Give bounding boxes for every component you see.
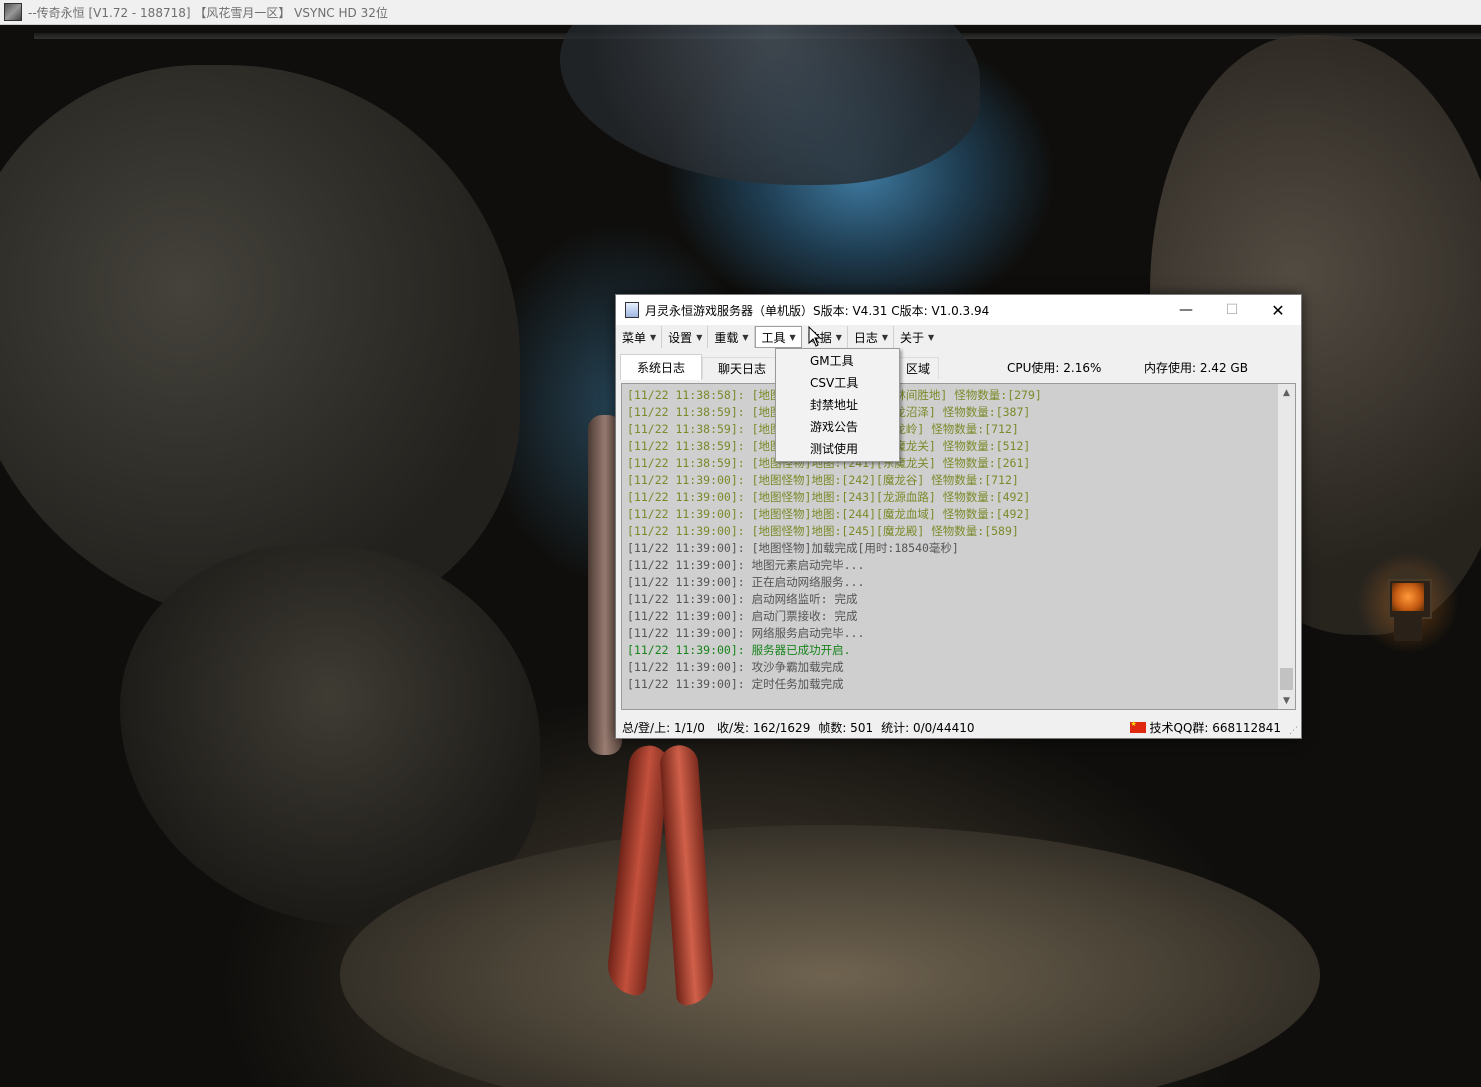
log-line: [11/22 11:39:00]: 地图元素启动完毕...: [627, 558, 865, 572]
resize-grip-icon[interactable]: ⋰: [1289, 726, 1299, 736]
status-bar: 总/登/上: 1/1/0 收/发: 162/1629 帧数: 501 统计: 0…: [616, 716, 1301, 738]
tools-dropdown-menu: GM工具 CSV工具 封禁地址 游戏公告 测试使用: [775, 348, 900, 462]
menu-label: 菜单: [622, 330, 647, 345]
menu-label: 重载: [714, 330, 739, 345]
log-line: [11/22 11:39:00]: [地图怪物]地图:[242][魔龙谷] 怪物…: [627, 473, 1019, 487]
log-line: [11/22 11:38:59]: [地图怪物]地图:[241][东魔龙关] 怪…: [627, 456, 1031, 470]
memory-usage: 内存使用: 2.42 GB: [1144, 361, 1248, 375]
stone-lantern: [1348, 553, 1468, 653]
status-traffic: 收/发: 162/1629: [716, 720, 811, 735]
log-line: [11/22 11:38:58]: [地图怪物]地图:[201][西林间胜地] …: [627, 388, 1042, 402]
server-window-titlebar[interactable]: 月灵永恒游戏服务器（单机版）S版本: V4.31 C版本: V1.0.3.94 …: [616, 295, 1301, 325]
chevron-down-icon: ▼: [696, 332, 703, 342]
mouse-cursor-icon: [808, 326, 822, 347]
log-line: [11/22 11:39:00]: 启动门票接收: 完成: [627, 609, 858, 623]
menu-settings[interactable]: 设置 ▼: [662, 326, 709, 348]
log-line: [11/22 11:39:00]: 定时任务加载完成: [627, 677, 844, 691]
menu-tools[interactable]: 工具 ▼: [754, 326, 802, 348]
status-stats: 统计: 0/0/44410: [881, 720, 975, 735]
log-lines: [11/22 11:38:58]: [地图怪物]地图:[201][西林间胜地] …: [627, 387, 1277, 693]
scroll-up-icon[interactable]: ▲: [1278, 384, 1295, 401]
menu-about[interactable]: 关于 ▼: [894, 326, 939, 348]
scroll-thumb[interactable]: [1280, 668, 1293, 690]
menu-label: 关于: [900, 330, 925, 345]
log-line: [11/22 11:39:00]: 正在启动网络服务...: [627, 575, 865, 589]
menu-item-test-use[interactable]: 测试使用: [776, 437, 899, 459]
log-line: [11/22 11:39:00]: 服务器已成功开启.: [627, 643, 851, 657]
menu-label: 设置: [668, 330, 693, 345]
log-line: [11/22 11:39:00]: [地图怪物]加载完成[用时:18540毫秒]: [627, 541, 959, 555]
menu-reload[interactable]: 重载 ▼: [708, 326, 755, 348]
cpu-usage: CPU使用: 2.16%: [1007, 361, 1102, 375]
chevron-down-icon: ▼: [881, 332, 889, 342]
menu-item-csv-tool[interactable]: CSV工具: [776, 371, 899, 393]
chevron-down-icon: ▼: [835, 332, 842, 342]
log-line: [11/22 11:39:00]: [地图怪物]地图:[245][魔龙殿] 怪物…: [627, 524, 1019, 538]
log-line: [11/22 11:39:00]: [地图怪物]地图:[243][龙源血路] 怪…: [627, 490, 1031, 504]
menu-item-gm-tool[interactable]: GM工具: [776, 349, 899, 371]
log-scrollbar[interactable]: ▲ ▼: [1278, 384, 1295, 709]
status-counts: 总/登/上: 1/1/0: [622, 720, 705, 735]
game-window-titlebar[interactable]: --传奇永恒 [V1.72 - 188718] 【风花雪月一区】 VSYNC H…: [0, 0, 1481, 25]
log-line: [11/22 11:38:59]: [地图怪物]地图:[202][魔龙沼泽] 怪…: [627, 405, 1031, 419]
china-flag-icon: [1129, 720, 1146, 733]
scroll-down-icon[interactable]: ▼: [1278, 692, 1295, 709]
chevron-down-icon: ▼: [742, 332, 749, 342]
chevron-down-icon: ▼: [928, 332, 935, 342]
log-line: [11/22 11:39:00]: 攻沙争霸加载完成: [627, 660, 844, 674]
server-window[interactable]: 月灵永恒游戏服务器（单机版）S版本: V4.31 C版本: V1.0.3.94 …: [615, 294, 1302, 739]
system-log-panel[interactable]: [11/22 11:38:58]: [地图怪物]地图:[201][西林间胜地] …: [621, 383, 1296, 710]
log-line: [11/22 11:38:59]: [地图怪物]地图:[203][魔龙岭] 怪物…: [627, 422, 1019, 436]
chevron-down-icon: ▼: [650, 332, 657, 342]
log-line: [11/22 11:39:00]: [地图怪物]地图:[244][魔龙血域] 怪…: [627, 507, 1031, 521]
menu-item-game-notice[interactable]: 游戏公告: [776, 415, 899, 437]
log-line: [11/22 11:39:00]: 网络服务启动完毕...: [627, 626, 865, 640]
menu-log[interactable]: 日志 ▼: [848, 326, 895, 348]
cave-rock: [560, 25, 980, 185]
server-window-title: 月灵永恒游戏服务器（单机版）S版本: V4.31 C版本: V1.0.3.94: [645, 303, 990, 318]
game-app-icon: [4, 3, 22, 21]
cave-rock: [0, 65, 520, 625]
menu-item-ban-address[interactable]: 封禁地址: [776, 393, 899, 415]
chevron-down-icon: ▼: [789, 332, 796, 342]
game-window-title: --传奇永恒 [V1.72 - 188718] 【风花雪月一区】 VSYNC H…: [28, 5, 388, 20]
cave-rock: [120, 545, 540, 925]
qq-group[interactable]: 技术QQ群: 668112841: [1150, 719, 1281, 736]
tab-region[interactable]: 区域: [897, 357, 939, 379]
log-line: [11/22 11:38:59]: [地图怪物]地图:[204][西魔龙关] 怪…: [627, 439, 1031, 453]
status-fps: 帧数: 501: [818, 720, 874, 735]
maximize-button[interactable]: ☐: [1209, 295, 1255, 325]
menu-bar: 菜单▼ 设置▼ 重载▼ 工具▼ 数据▼ 日志▼ 关于▼: [616, 325, 1301, 349]
tab-bar: 系统日志 聊天日志 区域 CPU使用: 2.16% 内存使用: 2.42 GB: [620, 353, 1296, 380]
tab-label: 聊天日志: [717, 362, 766, 376]
menu-main[interactable]: 菜单 ▼: [616, 326, 663, 348]
log-line: [11/22 11:39:00]: 启动网络监听: 完成: [627, 592, 858, 606]
menu-label: 日志: [853, 330, 878, 345]
tab-system-log[interactable]: 系统日志: [620, 354, 702, 380]
menu-label: 工具: [761, 330, 786, 345]
minimize-button[interactable]: —: [1163, 295, 1209, 325]
tab-chat-log[interactable]: 聊天日志: [702, 357, 782, 379]
close-button[interactable]: ✕: [1255, 295, 1301, 325]
server-app-icon: [625, 302, 639, 318]
tab-label: 系统日志: [636, 361, 685, 375]
tab-label: 区域: [905, 362, 930, 376]
